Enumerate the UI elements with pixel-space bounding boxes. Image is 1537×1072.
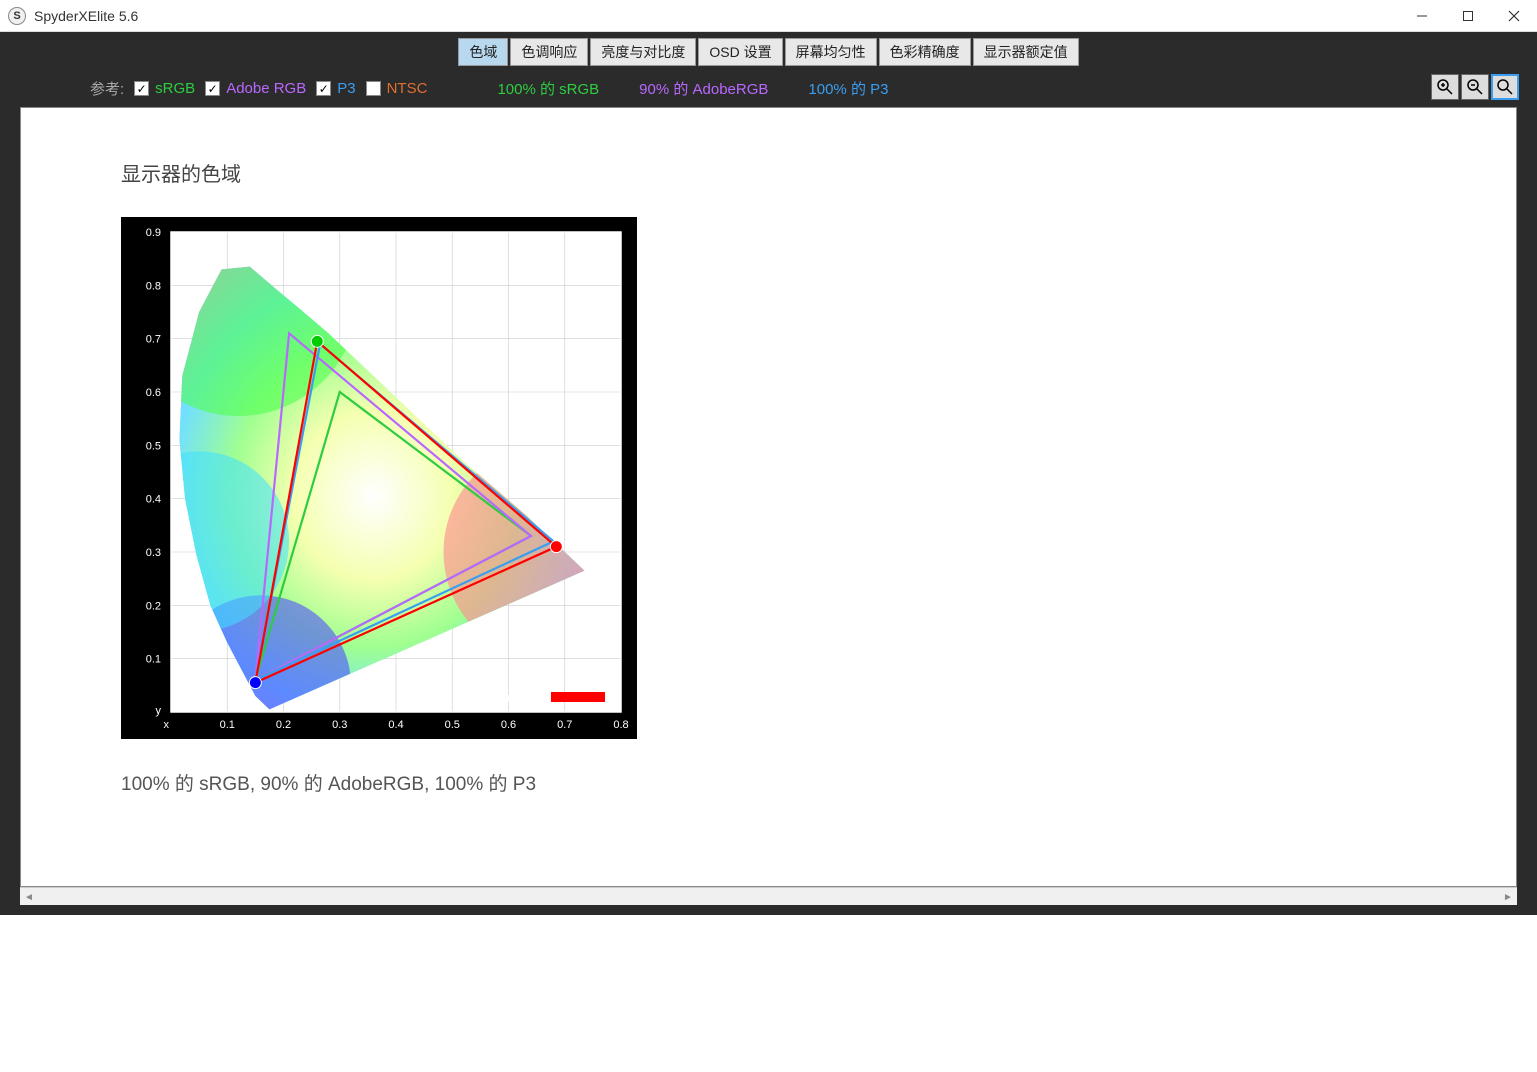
maximize-button[interactable] <box>1445 0 1491 32</box>
main-inner: 显示器的色域 x 0.1 0.2 0.3 0.4 0.5 0.6 0.7 0.8 y 0.1 0.2 0… <box>21 108 1516 846</box>
window-title: SpyderXElite 5.6 <box>34 8 1399 24</box>
scroll-right-arrow-icon[interactable]: ► <box>1499 888 1517 906</box>
checkbox-adobe[interactable] <box>205 81 220 96</box>
svg-text:0.4: 0.4 <box>388 719 403 731</box>
tab-color-accuracy[interactable]: 色彩精确度 <box>879 38 971 66</box>
summary-text: 100% 的 sRGB, 90% 的 AdobeRGB, 100% 的 P3 <box>121 769 1416 796</box>
ref-item-adobe: Adobe RGB <box>205 80 306 97</box>
svg-text:0.3: 0.3 <box>146 547 161 559</box>
app-icon: S <box>8 7 26 25</box>
reference-bar: 参考: sRGB Adobe RGB P3 NTSC 100% 的 sRGB 9… <box>0 66 1537 107</box>
svg-text:0.7: 0.7 <box>557 719 572 731</box>
chromaticity-chart: x 0.1 0.2 0.3 0.4 0.5 0.6 0.7 0.8 y 0.1 0.2 0.3 0.4 0.… <box>121 217 637 739</box>
svg-text:0.5: 0.5 <box>445 719 460 731</box>
ref-label-adobe: Adobe RGB <box>226 80 306 97</box>
svg-text:0.6: 0.6 <box>501 719 516 731</box>
tab-brightness-contrast[interactable]: 亮度与对比度 <box>590 38 696 66</box>
ref-label-p3: P3 <box>337 80 355 97</box>
tab-osd-settings[interactable]: OSD 设置 <box>698 38 782 66</box>
scroll-left-arrow-icon[interactable]: ◄ <box>20 888 38 906</box>
svg-text:0.9: 0.9 <box>146 227 161 239</box>
svg-text:0.1: 0.1 <box>220 719 235 731</box>
zoom-out-button[interactable] <box>1461 74 1489 100</box>
zoom-in-button[interactable] <box>1431 74 1459 100</box>
summary-adobe: 90% 的 AdobeRGB <box>639 78 768 99</box>
page-title: 显示器的色域 <box>121 158 1416 187</box>
checkbox-srgb[interactable] <box>134 81 149 96</box>
svg-text:0.5: 0.5 <box>146 440 161 452</box>
summary-p3: 100% 的 P3 <box>808 78 888 99</box>
ref-item-srgb: sRGB <box>134 80 195 97</box>
svg-text:0.6: 0.6 <box>146 387 161 399</box>
reference-label: 参考: <box>90 78 124 99</box>
main-content-area[interactable]: 显示器的色域 x 0.1 0.2 0.3 0.4 0.5 0.6 0.7 0.8 y 0.1 0.2 0… <box>20 107 1517 887</box>
svg-text:y: y <box>156 705 162 717</box>
zoom-controls <box>1431 74 1519 100</box>
svg-text:0.2: 0.2 <box>276 719 291 731</box>
minimize-button[interactable] <box>1399 0 1445 32</box>
ref-item-p3: P3 <box>316 80 355 97</box>
svg-text:0.2: 0.2 <box>146 600 161 612</box>
ref-item-ntsc: NTSC <box>366 80 428 97</box>
tab-bar: 色域 色调响应 亮度与对比度 OSD 设置 屏幕均匀性 色彩精确度 显示器额定值 <box>0 38 1537 66</box>
svg-text:0.4: 0.4 <box>146 494 161 506</box>
svg-text:0.8: 0.8 <box>613 719 628 731</box>
tab-uniformity[interactable]: 屏幕均匀性 <box>785 38 877 66</box>
svg-text:0.8: 0.8 <box>146 280 161 292</box>
ref-summary: 100% 的 sRGB 90% 的 AdobeRGB 100% 的 P3 <box>497 78 888 99</box>
svg-text:x: x <box>164 719 170 731</box>
checkbox-ntsc[interactable] <box>366 81 381 96</box>
title-bar: S SpyderXElite 5.6 <box>0 0 1537 32</box>
checkbox-p3[interactable] <box>316 81 331 96</box>
tab-display-rating[interactable]: 显示器额定值 <box>973 38 1079 66</box>
tab-tone-response[interactable]: 色调响应 <box>510 38 588 66</box>
ref-label-srgb: sRGB <box>155 80 195 97</box>
zoom-reset-button[interactable] <box>1491 74 1519 100</box>
app-body: 色域 色调响应 亮度与对比度 OSD 设置 屏幕均匀性 色彩精确度 显示器额定值… <box>0 32 1537 915</box>
svg-text:datacolor: datacolor <box>482 689 546 705</box>
window-controls <box>1399 0 1537 32</box>
svg-text:0.1: 0.1 <box>146 654 161 666</box>
svg-text:0.3: 0.3 <box>332 719 347 731</box>
svg-text:0.7: 0.7 <box>146 334 161 346</box>
summary-srgb: 100% 的 sRGB <box>497 78 599 99</box>
horizontal-scrollbar[interactable]: ◄ ► <box>20 887 1517 905</box>
close-button[interactable] <box>1491 0 1537 32</box>
ref-label-ntsc: NTSC <box>387 80 428 97</box>
tab-gamut[interactable]: 色域 <box>458 38 508 66</box>
